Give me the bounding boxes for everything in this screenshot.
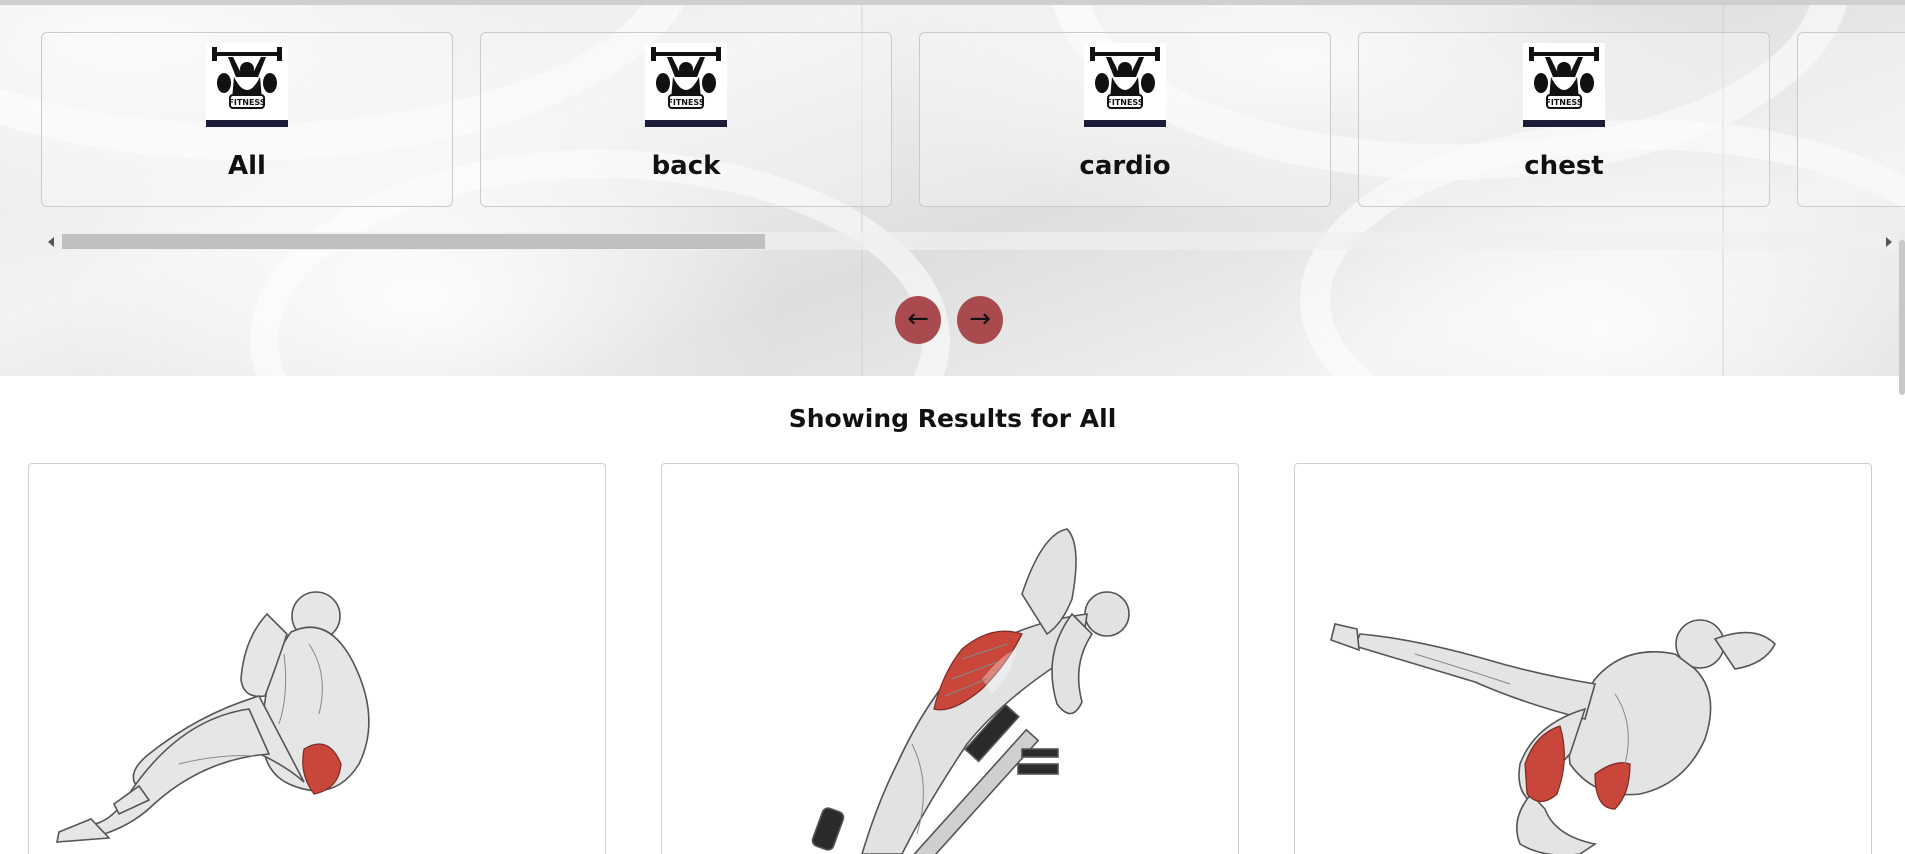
previous-button[interactable]: ← [895,296,941,344]
svg-text:FITNESS: FITNESS [667,98,704,107]
next-button[interactable]: → [957,296,1003,344]
category-label: back [651,151,721,181]
fitness-logo-icon: FITNESS [1084,43,1166,127]
category-card-cardio[interactable]: FITNESS cardio [919,32,1331,207]
svg-text:FITNESS: FITNESS [228,98,265,107]
svg-text:FITNESS: FITNESS [1106,98,1143,107]
exercise-card[interactable] [1294,463,1872,854]
results-title: Showing Results for All [788,404,1117,433]
decline-bench-oblique-crunch-illustration [811,528,1130,854]
page: FITNESS All FITNESS back FITNESS cardio … [0,0,1905,854]
category-card-back[interactable]: FITNESS back [480,32,892,207]
category-scroller[interactable]: FITNESS All FITNESS back FITNESS cardio … [0,0,1905,232]
fitness-logo-icon: FITNESS [1523,43,1605,127]
category-card-all[interactable]: FITNESS All [41,32,453,207]
exercise-card[interactable] [661,463,1239,854]
fitness-logo-icon: FITNESS [645,43,727,127]
category-label: All [228,151,266,181]
category-card-chest[interactable]: FITNESS chest [1358,32,1770,207]
scroll-right-arrow-icon[interactable] [1886,237,1892,247]
scroll-left-arrow-icon[interactable] [48,237,54,247]
exercise-card[interactable] [28,463,606,854]
svg-text:FITNESS: FITNESS [1545,98,1582,107]
horizontal-scrollbar[interactable] [40,232,1898,250]
category-card-partial[interactable] [1797,32,1905,207]
fitness-logo-icon: FITNESS [206,43,288,127]
page-scrollbar-thumb[interactable] [1899,240,1905,395]
scrollbar-thumb[interactable] [62,234,765,249]
seated-crunch-illustration [56,591,370,843]
category-label: cardio [1079,151,1171,181]
category-label: chest [1524,151,1604,181]
bicycle-crunch-illustration [1330,619,1776,854]
